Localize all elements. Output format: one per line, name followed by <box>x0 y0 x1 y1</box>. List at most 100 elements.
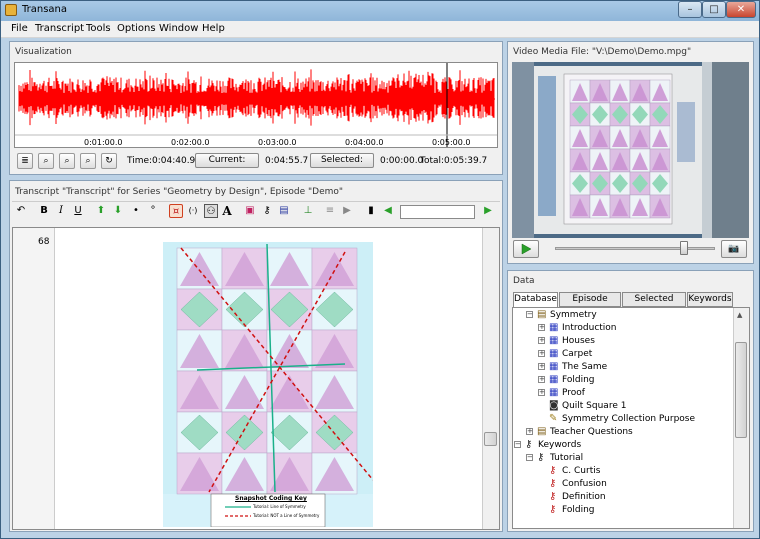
collapse-icon[interactable]: − <box>526 454 533 461</box>
tree-item[interactable]: ◙ Quilt Square 1 <box>513 399 749 412</box>
menu-transcript[interactable]: Transcript <box>35 23 84 34</box>
tab-database[interactable]: Database <box>513 292 558 308</box>
zoom-in-button[interactable]: ⌕ <box>38 153 54 169</box>
zoom-out-button[interactable]: ⌕ <box>59 153 75 169</box>
tree-item[interactable]: ⚷ Definition <box>513 490 749 503</box>
selected-button[interactable]: Selected: <box>310 153 374 168</box>
transcript-scroll-thumb[interactable] <box>484 432 497 446</box>
tree-item-label: Carpet <box>562 349 593 359</box>
properties-button[interactable]: ⊥ <box>301 204 315 218</box>
transana-app-icon <box>5 4 17 16</box>
tree-item[interactable]: ⚷ C. Curtis <box>513 464 749 477</box>
expand-icon[interactable]: + <box>538 324 545 331</box>
maximize-button[interactable]: □ <box>702 1 726 18</box>
filter-button[interactable]: ≣ <box>17 153 33 169</box>
menu-tools[interactable]: Tools <box>86 23 111 34</box>
spell-check-button[interactable]: ▮ <box>364 204 378 218</box>
rising-intonation-button[interactable]: ⬆ <box>94 204 108 218</box>
show-codes-button[interactable]: ⚇ <box>204 204 218 218</box>
refresh-button[interactable]: ↻ <box>101 153 117 169</box>
menu-help[interactable]: Help <box>202 23 225 34</box>
data-title: Data <box>513 276 535 286</box>
menu-file[interactable]: File <box>11 23 28 34</box>
multi-transcript-button[interactable]: ≡ <box>323 204 337 218</box>
tree-item[interactable]: + ▦ Introduction <box>513 321 749 334</box>
tab-selected-items[interactable]: Selected Items <box>622 292 686 317</box>
font-button[interactable]: A <box>220 204 234 218</box>
underline-button[interactable]: U <box>71 204 85 218</box>
tree-item-label: Symmetry Collection Purpose <box>562 414 696 424</box>
scroll-up-icon[interactable]: ▲ <box>737 311 742 319</box>
tab-episode-items[interactable]: Episode Items <box>559 292 621 317</box>
tree-item[interactable]: − ⚷ Tutorial <box>513 451 749 464</box>
whisper-button[interactable]: ° <box>146 204 160 218</box>
lines-icon: ≡ <box>325 205 335 216</box>
video-frame <box>512 62 749 238</box>
close-button[interactable]: ✕ <box>726 1 756 18</box>
insert-timecode-button[interactable]: ¤ <box>169 204 183 218</box>
expand-icon[interactable]: + <box>538 389 545 396</box>
tree-item[interactable]: + ▦ The Same <box>513 360 749 373</box>
snapshot-button[interactable]: 📷 <box>721 240 747 258</box>
expand-icon[interactable]: + <box>538 376 545 383</box>
minimize-button[interactable]: – <box>678 1 702 18</box>
total-value: 0:05:39.7 <box>444 156 488 166</box>
arrow-left-icon: ◀ <box>384 205 392 216</box>
collapse-icon[interactable]: − <box>514 441 521 448</box>
play-gray-icon: ▶ <box>343 205 351 216</box>
tree-item[interactable]: ✎ Symmetry Collection Purpose <box>513 412 749 425</box>
arrow-down-icon: ⬇ <box>113 205 123 216</box>
zoom-reset-button[interactable]: ⌕ <box>80 153 96 169</box>
tree-item[interactable]: + ▤ Teacher Questions <box>513 425 749 438</box>
menu-window[interactable]: Window <box>159 23 198 34</box>
search-back-button[interactable]: ◀ <box>381 204 395 218</box>
tree-item-label: Folding <box>562 505 595 515</box>
tree-item-label: Quilt Square 1 <box>562 401 627 411</box>
tree-scroll-thumb[interactable] <box>735 342 747 438</box>
image-button[interactable]: ▣ <box>243 204 257 218</box>
expand-icon[interactable]: + <box>538 337 545 344</box>
keyword-button[interactable]: ⚷ <box>260 204 274 218</box>
search-input[interactable] <box>400 205 475 219</box>
keyword-icon: ⚷ <box>549 491 557 502</box>
italic-button[interactable]: I <box>54 204 68 218</box>
tree-item[interactable]: + ▦ Folding <box>513 373 749 386</box>
current-button[interactable]: Current: <box>195 153 259 168</box>
expand-icon[interactable]: + <box>538 363 545 370</box>
tree-item[interactable]: ⚷ Confusion <box>513 477 749 490</box>
clip-icon: ▦ <box>549 322 559 333</box>
play-button[interactable] <box>513 240 539 258</box>
tree-item[interactable]: ⚷ Folding <box>513 503 749 516</box>
tree-item-label: Definition <box>562 492 606 502</box>
falling-intonation-button[interactable]: ⬇ <box>111 204 125 218</box>
search-forward-button[interactable]: ▶ <box>481 204 495 218</box>
media-slider-thumb[interactable] <box>680 241 688 255</box>
save-button[interactable]: ▤ <box>277 204 291 218</box>
tree-item[interactable]: − ⚷ Keywords <box>513 438 749 451</box>
media-position-slider[interactable] <box>555 247 715 250</box>
tree-item-label: Proof <box>562 388 585 398</box>
insert-time-button[interactable]: (·) <box>186 204 200 218</box>
play-all-button[interactable]: ▶ <box>340 204 354 218</box>
keywords-root-icon: ⚷ <box>525 439 533 450</box>
collapse-icon[interactable]: − <box>526 311 533 318</box>
undo-button[interactable]: ↶ <box>14 204 28 218</box>
bold-button[interactable]: B <box>37 204 51 218</box>
tree-item[interactable]: + ▦ Houses <box>513 334 749 347</box>
tree-item[interactable]: − ▤ Symmetry <box>513 308 749 321</box>
tab-keywords[interactable]: Keywords <box>687 292 733 307</box>
waveform-area[interactable] <box>14 62 498 148</box>
expand-icon[interactable]: + <box>526 428 533 435</box>
expand-icon[interactable]: + <box>538 350 545 357</box>
database-tree[interactable]: − ▤ Symmetry + ▦ Introduction + ▦ Houses + ▦ Carpet… <box>512 307 750 529</box>
clip-icon: ▦ <box>549 374 559 385</box>
tree-item-label: Folding <box>562 375 595 385</box>
transcript-scrollbar[interactable] <box>482 228 499 529</box>
waveform[interactable] <box>15 63 497 147</box>
menu-options[interactable]: Options <box>117 23 156 34</box>
tree-item[interactable]: + ▦ Proof <box>513 386 749 399</box>
audible-breath-button[interactable]: • <box>129 204 143 218</box>
selected-value: 0:00:00.0 <box>380 156 424 166</box>
tree-item[interactable]: + ▦ Carpet <box>513 347 749 360</box>
camera-icon: 📷 <box>728 244 740 254</box>
